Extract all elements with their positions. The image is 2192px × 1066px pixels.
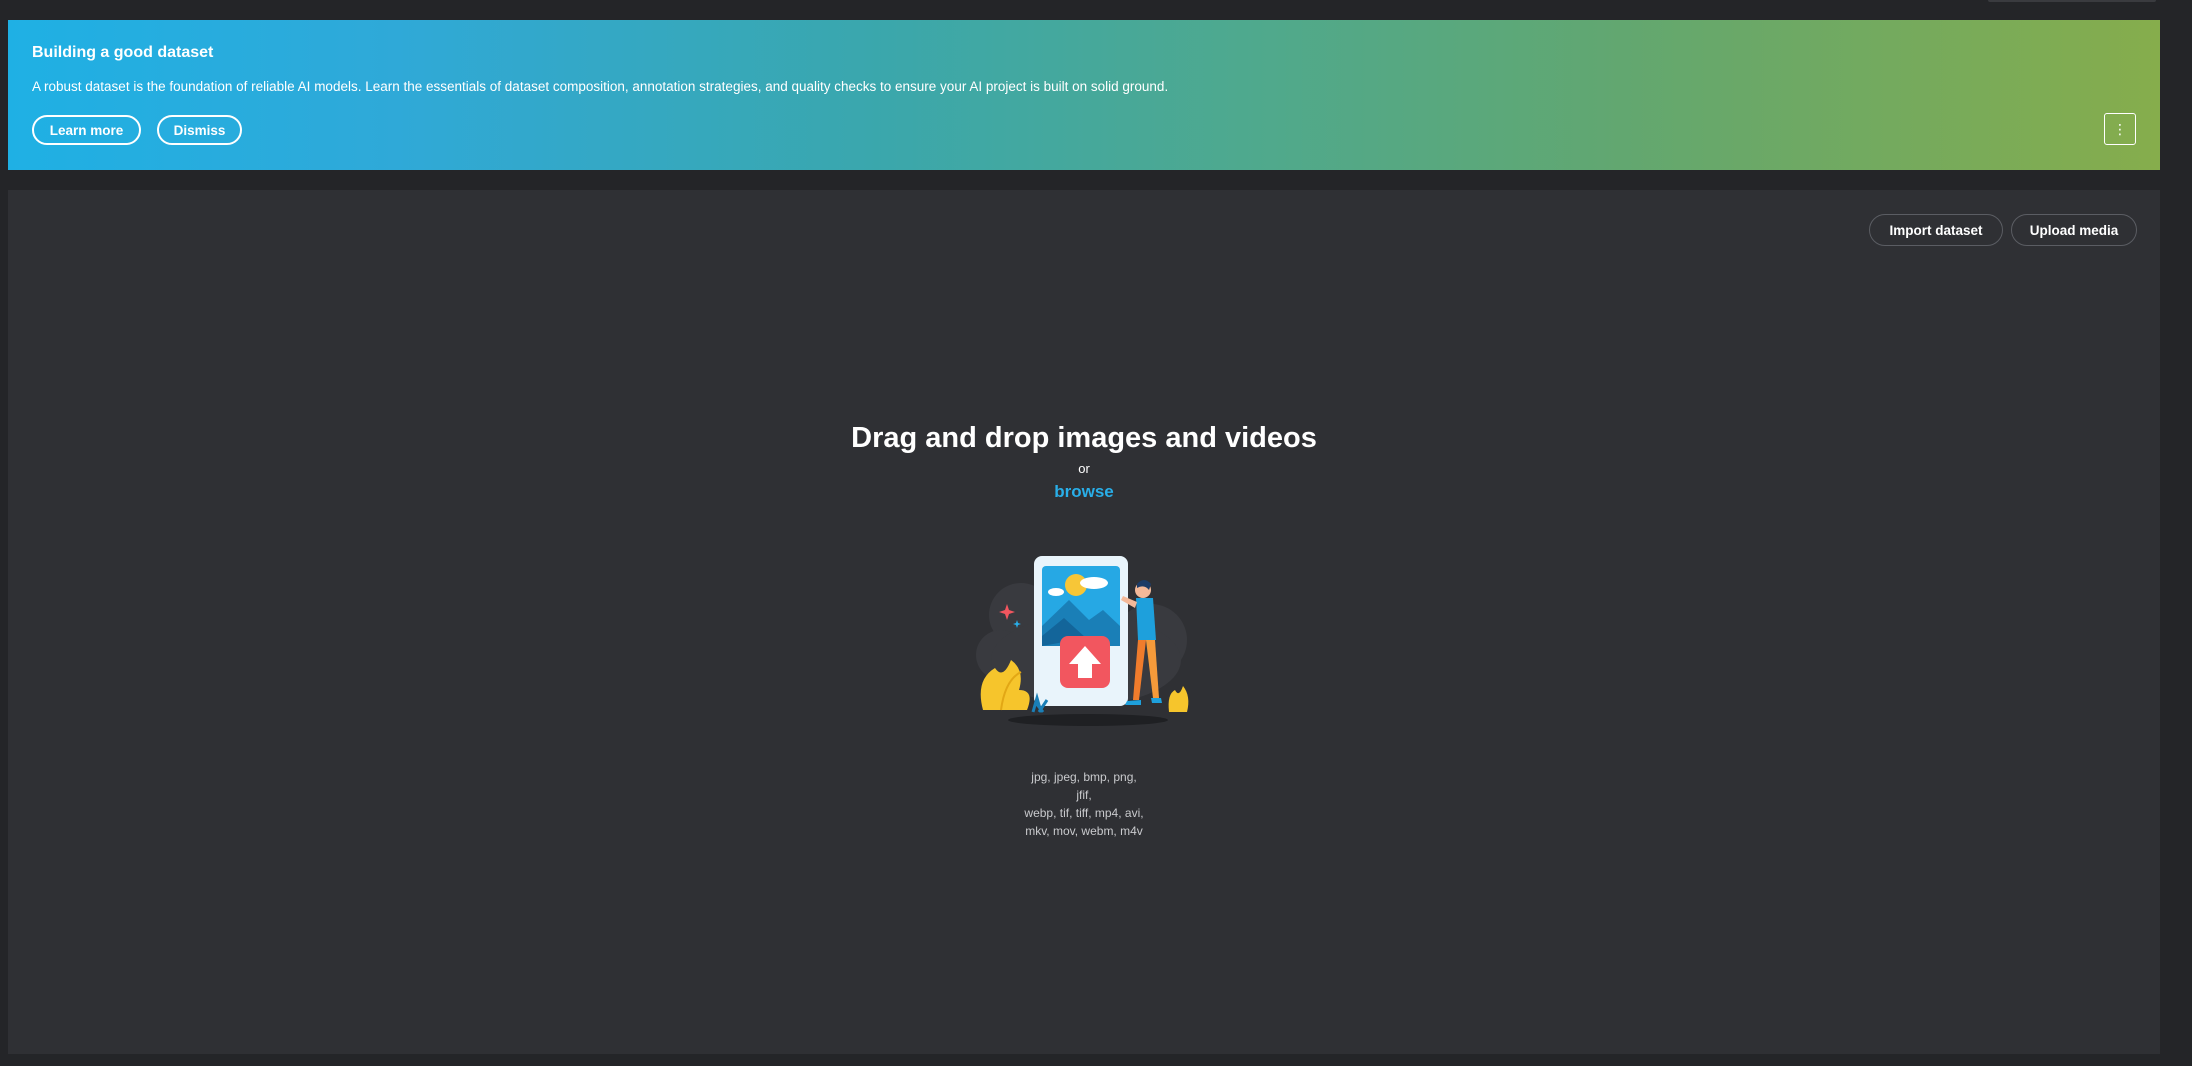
supported-formats: jpg, jpeg, bmp, png, jfif, webp, tif, ti… xyxy=(1024,768,1144,840)
top-edge-tab xyxy=(1988,0,2156,2)
supported-formats-line: jpg, jpeg, bmp, png, jfif, xyxy=(1031,770,1137,802)
supported-formats-line: webp, tif, tiff, mp4, avi, xyxy=(1024,806,1144,820)
banner-menu-button[interactable]: ⋮ xyxy=(2104,113,2136,145)
banner-description: A robust dataset is the foundation of re… xyxy=(32,79,1169,94)
upload-media-button[interactable]: Upload media xyxy=(2011,214,2137,246)
learn-more-button[interactable]: Learn more xyxy=(32,115,141,145)
dropzone-title: Drag and drop images and videos xyxy=(851,422,1317,454)
import-dataset-button[interactable]: Import dataset xyxy=(1869,214,2003,246)
media-panel: Import dataset Upload media Drag and dro… xyxy=(8,190,2160,1054)
banner-title: Building a good dataset xyxy=(32,44,214,61)
upload-media-illustration xyxy=(976,556,1189,726)
more-vertical-icon: ⋮ xyxy=(2113,120,2127,137)
supported-formats-line: mkv, mov, webm, m4v xyxy=(1025,824,1143,838)
info-banner: Building a good dataset A robust dataset… xyxy=(8,20,2160,170)
dismiss-button[interactable]: Dismiss xyxy=(157,115,242,145)
browse-link[interactable]: browse xyxy=(1034,482,1134,502)
dropzone-or-text: or xyxy=(1078,461,1090,476)
